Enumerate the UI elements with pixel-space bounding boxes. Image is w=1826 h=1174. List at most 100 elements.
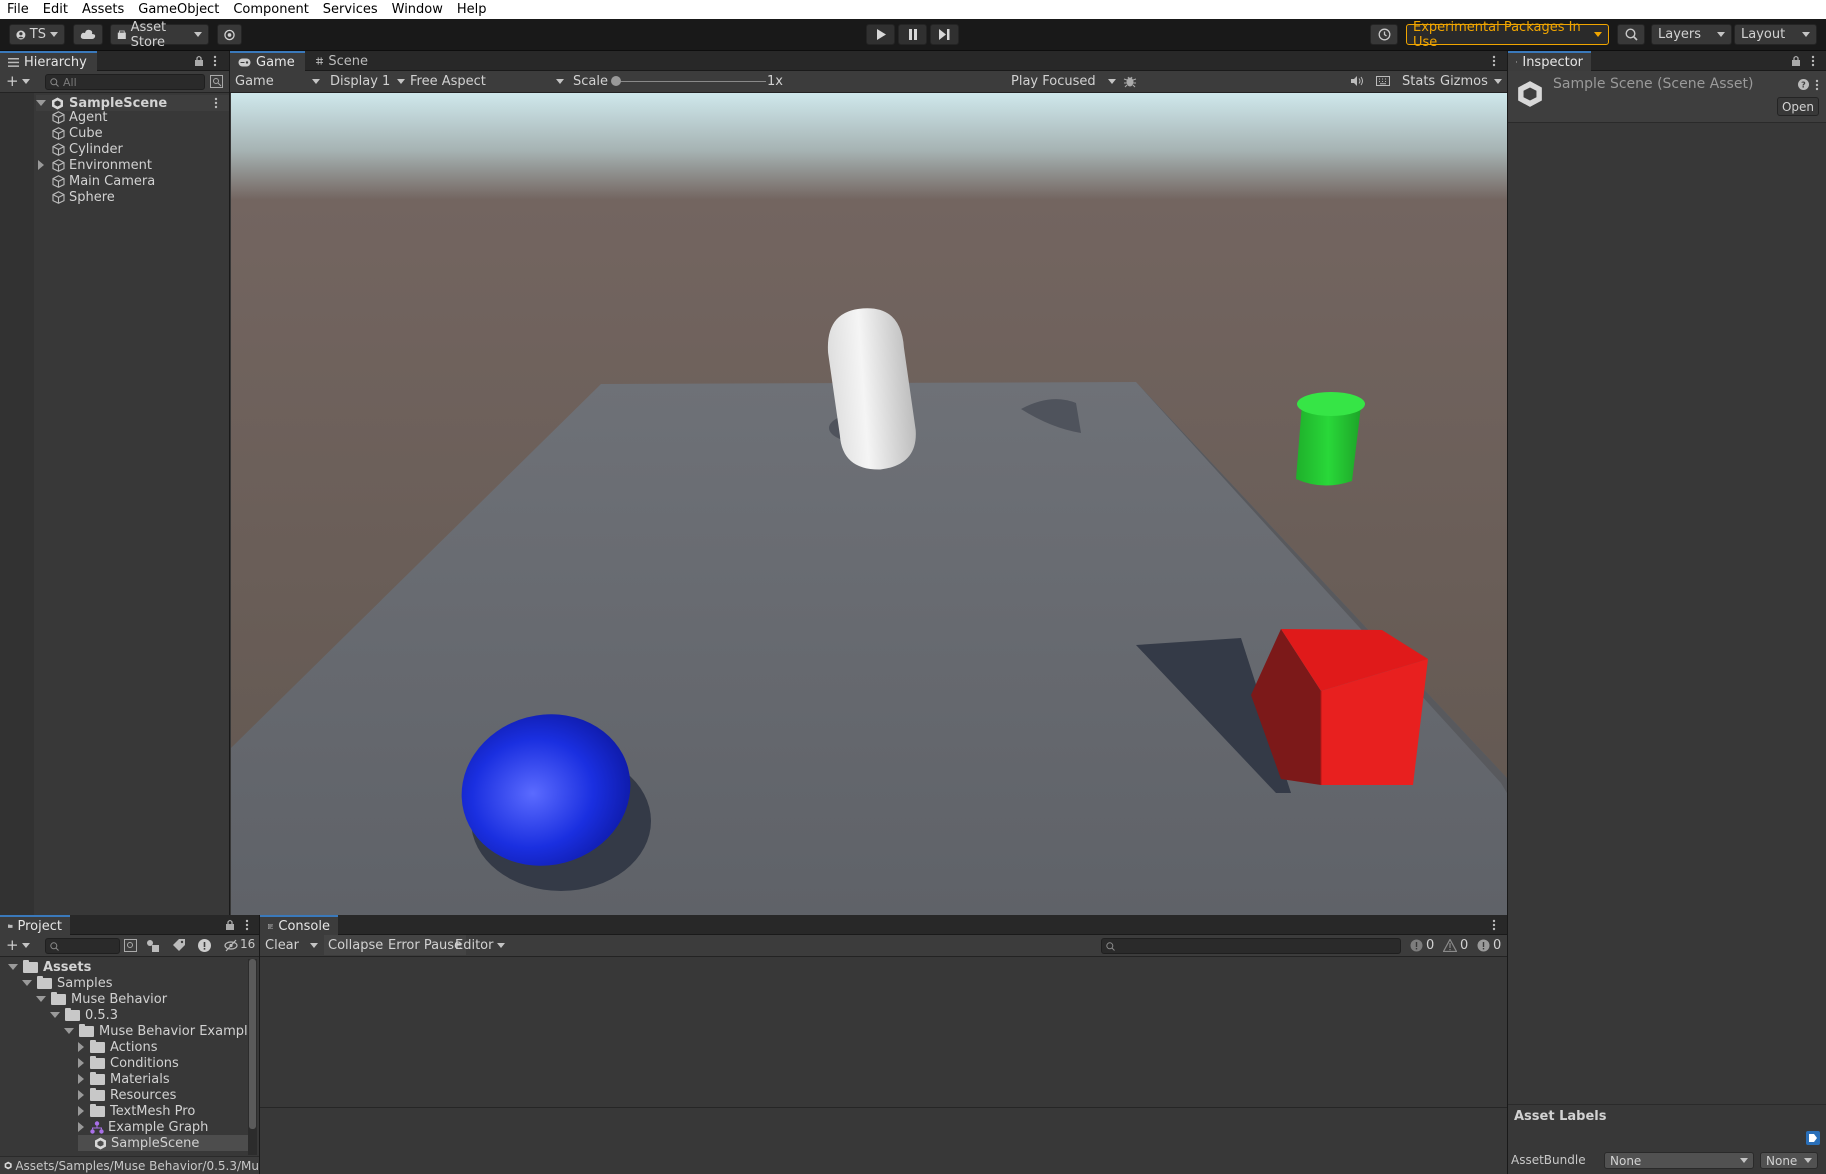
search-button[interactable] [1617, 24, 1645, 45]
project-item-materials[interactable]: Materials [78, 1071, 170, 1087]
more-options-icon[interactable] [214, 97, 218, 109]
layout-dropdown[interactable]: Layout [1734, 24, 1817, 45]
menu-services[interactable]: Services [316, 0, 385, 19]
account-button[interactable]: TS [9, 24, 65, 45]
warning-count-toggle[interactable]: 0 [1443, 935, 1468, 955]
clear-button[interactable]: Clear [265, 935, 318, 955]
hierarchy-item-agent[interactable]: Agent [52, 109, 107, 125]
tab-scene[interactable]: Scene [308, 51, 376, 71]
project-item-samples[interactable]: Samples [22, 975, 113, 991]
help-icon[interactable]: ? [1798, 79, 1809, 90]
more-options-icon[interactable] [213, 55, 217, 67]
menu-window[interactable]: Window [385, 0, 450, 19]
project-item-0-5-3[interactable]: 0.5.3 [50, 1007, 118, 1023]
tab-game[interactable]: Game [230, 51, 305, 71]
layers-dropdown[interactable]: Layers [1651, 24, 1732, 45]
scene-search-icon[interactable] [210, 75, 223, 88]
aspect-dropdown[interactable]: Free Aspect [410, 71, 564, 91]
expand-arrow-icon[interactable] [8, 964, 18, 970]
project-item-muse-behavior[interactable]: Muse Behavior [36, 991, 167, 1007]
expand-arrow-icon[interactable] [36, 996, 46, 1002]
lock-icon[interactable] [194, 55, 204, 67]
console-search-input[interactable] [1101, 938, 1401, 954]
menu-edit[interactable]: Edit [36, 0, 75, 19]
console-log-list[interactable] [260, 957, 1507, 1107]
hidden-eye-icon[interactable] [224, 939, 238, 952]
step-button[interactable] [930, 24, 959, 45]
collapsed-arrow-icon[interactable] [78, 1074, 84, 1084]
scale-slider-track[interactable] [616, 81, 766, 82]
menu-file[interactable]: File [0, 0, 36, 19]
collapsed-arrow-icon[interactable] [78, 1090, 84, 1100]
collapsed-arrow-icon[interactable] [78, 1122, 84, 1132]
lock-icon[interactable] [225, 919, 235, 931]
more-options-icon[interactable] [1492, 919, 1496, 931]
tag-icon[interactable] [172, 939, 185, 952]
lock-icon[interactable] [1791, 55, 1801, 67]
collapse-toggle[interactable]: Collapse [324, 935, 388, 955]
open-button[interactable]: Open [1777, 97, 1819, 116]
more-options-icon[interactable] [1811, 55, 1815, 67]
info-filter-icon[interactable] [198, 939, 211, 952]
stats-button[interactable]: Stats [1402, 71, 1435, 91]
expand-arrow-icon[interactable] [36, 100, 46, 106]
label-tag-icon[interactable] [1806, 1131, 1820, 1145]
expand-arrow-icon[interactable] [38, 160, 44, 170]
game-viewport[interactable] [231, 93, 1507, 915]
collapsed-arrow-icon[interactable] [78, 1042, 84, 1052]
expand-arrow-icon[interactable] [22, 980, 32, 986]
search-by-type-icon[interactable] [124, 939, 137, 952]
tab-console[interactable]: Console [260, 915, 338, 935]
hierarchy-item-main-camera[interactable]: Main Camera [52, 173, 155, 189]
collapsed-arrow-icon[interactable] [78, 1106, 84, 1116]
cloud-button[interactable] [73, 24, 103, 45]
keyboard-icon[interactable] [1376, 75, 1390, 87]
play-button[interactable] [866, 24, 895, 45]
asset-store-button[interactable]: Asset Store [110, 20, 209, 50]
tab-project[interactable]: Project [0, 915, 70, 935]
expand-arrow-icon[interactable] [64, 1028, 74, 1034]
error-pause-toggle[interactable]: Error Pause [384, 935, 467, 955]
error-count-toggle[interactable]: 0 [1477, 935, 1501, 955]
project-scrollbar[interactable] [248, 959, 257, 1155]
pause-button[interactable] [898, 24, 927, 45]
undo-history-button[interactable] [1370, 24, 1398, 45]
project-item-muse-behavior-example[interactable]: Muse Behavior Example [64, 1023, 256, 1039]
hierarchy-item-cylinder[interactable]: Cylinder [52, 141, 123, 157]
hierarchy-search-input[interactable]: All [45, 74, 205, 90]
project-scrollbar-thumb[interactable] [249, 959, 256, 1129]
hierarchy-item-cube[interactable]: Cube [52, 125, 103, 141]
project-item-example-graph[interactable]: Example Graph [78, 1119, 208, 1135]
editor-dropdown[interactable]: Editor [455, 935, 505, 955]
project-search-input[interactable] [45, 938, 120, 954]
project-item-actions[interactable]: Actions [78, 1039, 158, 1055]
gizmos-dropdown[interactable]: Gizmos [1440, 71, 1502, 91]
add-button[interactable]: + [6, 74, 30, 89]
display-dropdown[interactable]: Display 1 [330, 71, 405, 91]
more-options-icon[interactable] [245, 919, 249, 931]
expand-arrow-icon[interactable] [50, 1012, 60, 1018]
debug-bug-icon[interactable] [1123, 74, 1137, 88]
game-view-dropdown[interactable]: Game [235, 71, 320, 91]
menu-help[interactable]: Help [450, 0, 494, 19]
scale-slider-handle[interactable] [611, 76, 621, 86]
play-mode-dropdown[interactable]: Play Focused [1011, 71, 1116, 91]
version-control-button[interactable] [217, 24, 242, 45]
menu-assets[interactable]: Assets [75, 0, 131, 19]
hierarchy-item-environment[interactable]: Environment [38, 157, 152, 173]
audio-icon[interactable] [1350, 75, 1364, 87]
tab-inspector[interactable]: Inspector [1508, 51, 1591, 71]
project-item-textmesh-pro[interactable]: TextMesh Pro [78, 1103, 195, 1119]
more-options-icon[interactable] [1815, 79, 1819, 91]
filter-type-icon[interactable] [146, 939, 159, 952]
project-item-conditions[interactable]: Conditions [78, 1055, 179, 1071]
tab-hierarchy[interactable]: Hierarchy [0, 51, 97, 71]
info-count-toggle[interactable]: 0 [1410, 935, 1434, 955]
collapsed-arrow-icon[interactable] [78, 1058, 84, 1068]
create-button[interactable]: + [6, 938, 30, 953]
project-item-samplescene[interactable]: SampleScene [78, 1135, 248, 1151]
assetbundle-dropdown[interactable]: None [1604, 1152, 1754, 1169]
menu-component[interactable]: Component [226, 0, 315, 19]
more-options-icon[interactable] [1492, 55, 1496, 67]
hierarchy-item-sphere[interactable]: Sphere [52, 189, 115, 205]
